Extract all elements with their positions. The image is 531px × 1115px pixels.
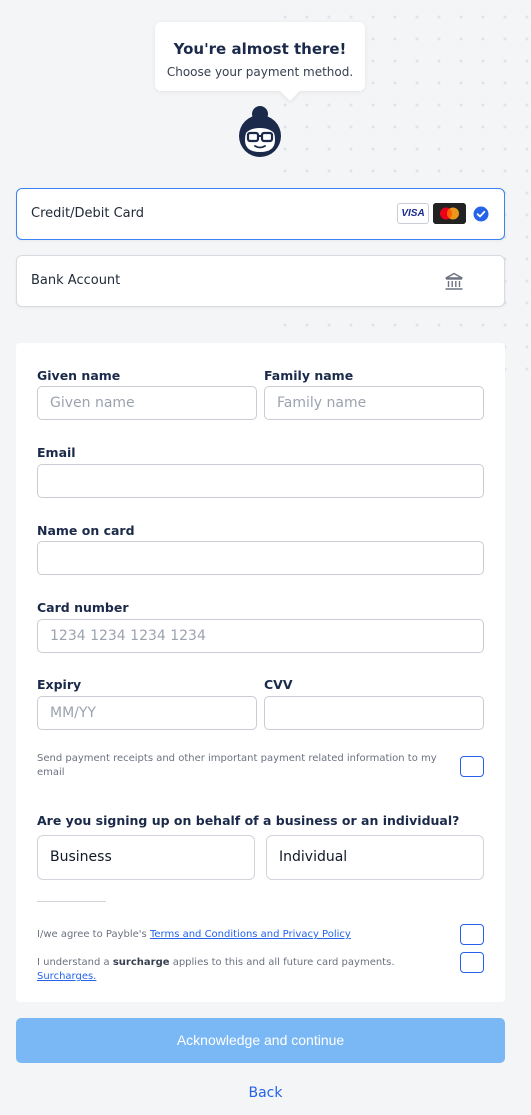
terms-prefix: I/we agree to Payble's	[37, 929, 150, 940]
surcharge-suffix: applies to this and all future card paym…	[169, 957, 395, 968]
page-subtitle: Choose your payment method.	[166, 65, 354, 79]
receipts-checkbox[interactable]	[460, 756, 484, 777]
payment-form: Given name Family name Email Name on car…	[16, 343, 505, 1002]
card-number-label: Card number	[37, 600, 129, 615]
terms-text: I/we agree to Payble's Terms and Conditi…	[37, 928, 447, 942]
email-input[interactable]	[37, 464, 484, 498]
email-label: Email	[37, 445, 76, 460]
business-option[interactable]: Business	[37, 835, 255, 880]
cvv-label: CVV	[264, 677, 293, 692]
family-name-input[interactable]	[264, 386, 484, 420]
back-link[interactable]: Back	[0, 1085, 531, 1101]
bank-icon	[445, 272, 463, 290]
name-on-card-input[interactable]	[37, 541, 484, 575]
divider	[37, 901, 106, 902]
surcharge-bold: surcharge	[112, 957, 170, 968]
name-on-card-label: Name on card	[37, 523, 135, 538]
business-question: Are you signing up on behalf of a busine…	[37, 813, 460, 828]
check-circle-icon	[473, 206, 489, 222]
cvv-input[interactable]	[264, 696, 484, 730]
mastercard-icon	[433, 203, 466, 224]
terms-checkbox[interactable]	[460, 924, 484, 945]
assistant-avatar-icon	[239, 106, 281, 157]
surcharge-text: I understand a surcharge applies to this…	[37, 956, 452, 984]
family-name-label: Family name	[264, 368, 354, 383]
payment-method-card-label: Credit/Debit Card	[31, 206, 144, 221]
given-name-label: Given name	[37, 368, 121, 383]
visa-icon: VISA	[397, 203, 429, 224]
individual-option[interactable]: Individual	[266, 835, 484, 880]
page-title: You're almost there!	[173, 40, 347, 58]
payment-method-bank-label: Bank Account	[31, 273, 121, 288]
receipts-consent-text: Send payment receipts and other importan…	[37, 753, 437, 778]
surcharge-prefix: I understand a	[37, 957, 113, 968]
surcharge-checkbox[interactable]	[460, 952, 484, 973]
expiry-label: Expiry	[37, 677, 82, 692]
payment-method-bank[interactable]: Bank Account	[16, 255, 505, 307]
card-number-input[interactable]	[37, 619, 484, 653]
given-name-input[interactable]	[37, 386, 257, 420]
surcharges-link[interactable]: Surcharges.	[37, 971, 96, 982]
acknowledge-continue-button[interactable]: Acknowledge and continue	[16, 1018, 505, 1063]
expiry-input[interactable]	[37, 696, 257, 730]
payment-method-card[interactable]: Credit/Debit Card VISA	[16, 188, 505, 240]
speech-bubble: You're almost there! Choose your payment…	[155, 22, 365, 91]
terms-link[interactable]: Terms and Conditions and Privacy Policy	[150, 929, 351, 940]
